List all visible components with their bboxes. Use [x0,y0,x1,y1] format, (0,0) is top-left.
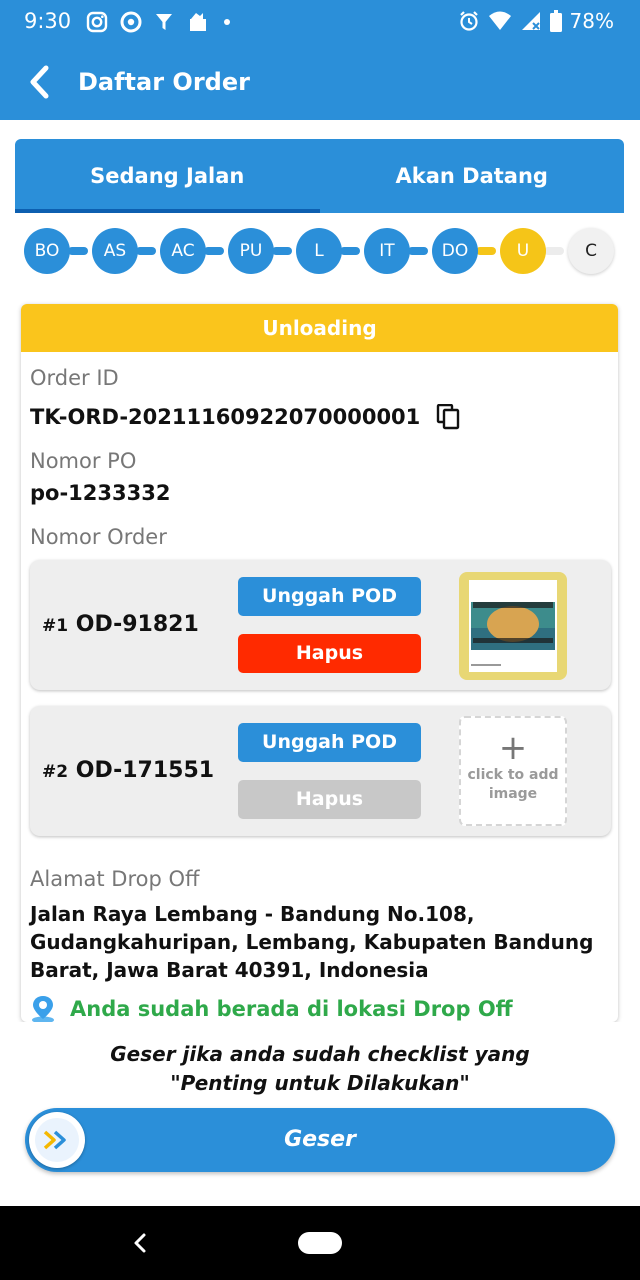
order-id-value: TK-ORD-20211160922070000001 [30,405,421,429]
step-do: DO [432,228,478,274]
battery-percentage: 78% [569,9,614,33]
slide-hint-line1: Geser jika anda sudah checklist yang [110,1042,530,1066]
location-status-text: Anda sudah berada di lokasi Drop Off [70,997,513,1021]
bag-icon [190,13,206,31]
dot-icon [224,19,230,25]
delete-button[interactable]: Hapus [238,634,421,673]
battery-icon [549,10,562,32]
step-connector [136,247,156,255]
slide-hint-line2: "Penting untuk Dilakukan" [170,1071,470,1095]
step-connector [272,247,292,255]
dropoff-label: Alamat Drop Off [30,867,200,891]
upload-pod-button[interactable]: Unggah POD [238,577,421,616]
progress-steps: BO AS AC PU L IT DO U C [24,228,616,274]
step-connector [476,247,496,255]
slide-hint: Geser jika anda sudah checklist yang "Pe… [0,1040,640,1098]
add-image-placeholder[interactable]: + click to add image [459,716,567,826]
chrome-icon [120,11,142,33]
order-number: #1 OD-91821 [42,612,199,637]
app-bar: Daftar Order [0,44,640,120]
tab-sedang-jalan[interactable]: Sedang Jalan [15,139,320,213]
order-index: #1 [42,616,69,636]
order-number: #2 OD-171551 [42,758,214,783]
po-value: po-1233332 [30,481,171,505]
order-row: #1 OD-91821 Unggah POD Hapus [30,560,611,690]
order-id-label: Order ID [30,366,119,390]
step-bo: BO [24,228,70,274]
status-bar: 9:30 78% [0,0,640,44]
order-card: Unloading Order ID TK-ORD-20211160922070… [21,304,618,1022]
pod-image-thumbnail[interactable] [459,572,567,680]
dropoff-address: Jalan Raya Lembang - Bandung No.108, Gud… [30,902,594,982]
page-title: Daftar Order [78,68,250,96]
nav-back-icon[interactable] [130,1230,150,1256]
step-c: C [568,228,614,274]
location-status: Anda sudah berada di lokasi Drop Off [30,994,513,1022]
order-number-label: Nomor Order [30,525,167,549]
slide-to-confirm[interactable]: Geser [25,1108,615,1172]
pod-image [469,580,557,672]
wifi-icon [488,11,511,30]
step-connector [68,247,88,255]
step-it: IT [364,228,410,274]
slide-knob[interactable] [29,1112,85,1168]
step-l: L [296,228,342,274]
plus-icon: + [498,728,528,768]
copy-icon[interactable] [436,404,460,430]
slide-label: Geser [284,1127,356,1152]
location-pin-icon [32,996,54,1022]
step-connector [544,247,564,255]
po-label: Nomor PO [30,449,137,473]
filter-icon [156,14,172,30]
card-status-header: Unloading [21,304,618,352]
bottom-panel: Geser jika anda sudah checklist yang "Pe… [0,1022,640,1206]
step-u: U [500,228,546,274]
tab-akan-datang[interactable]: Akan Datang [320,139,625,213]
step-connector [408,247,428,255]
add-image-text: click to add image [467,767,559,802]
meme-image-icon [469,580,557,672]
system-nav-bar [0,1206,640,1280]
order-index: #2 [42,762,69,782]
nav-home-pill[interactable] [298,1232,342,1254]
step-pu: PU [228,228,274,274]
upload-pod-button[interactable]: Unggah POD [238,723,421,762]
step-connector [204,247,224,255]
instagram-icon [86,11,108,33]
step-ac: AC [160,228,206,274]
order-tabs: Sedang Jalan Akan Datang [15,139,624,213]
order-code: OD-91821 [75,612,199,637]
step-as: AS [92,228,138,274]
back-arrow-icon[interactable] [26,64,56,100]
status-time: 9:30 [24,9,72,33]
order-code: OD-171551 [75,758,215,783]
delete-button-disabled: Hapus [238,780,421,819]
double-chevron-right-icon [43,1130,66,1150]
alarm-icon [459,11,478,31]
step-connector [340,247,360,255]
order-row: #2 OD-171551 Unggah POD Hapus + click to… [30,706,611,836]
signal-icon [521,12,540,30]
